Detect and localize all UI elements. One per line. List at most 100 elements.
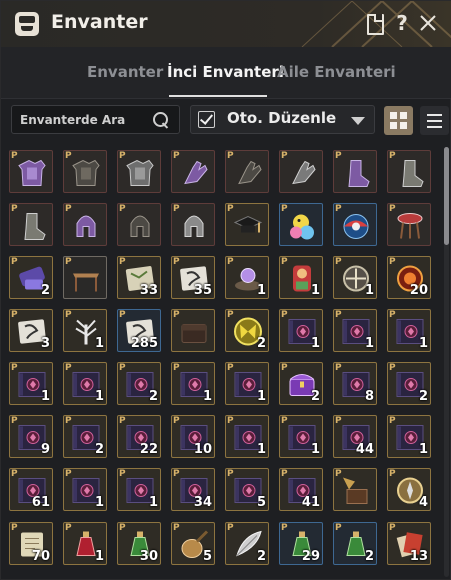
- inventory-slot[interactable]: P 285: [117, 309, 161, 352]
- inventory-slot[interactable]: P 13: [387, 522, 431, 565]
- inventory-grid: P P P P P P P P P P P P P P P P P 2 P P 33 P 35 P 1 P 1 P 1 P 20 P 3 P 1 P 2…: [1, 144, 443, 580]
- inventory-slot[interactable]: P: [333, 203, 377, 246]
- inventory-slot[interactable]: P 33: [117, 256, 161, 299]
- item-quantity: 4: [418, 495, 428, 510]
- scroll-thumb[interactable]: [444, 147, 449, 245]
- inventory-slot[interactable]: P: [279, 203, 323, 246]
- tab-inventory[interactable]: Envanter: [87, 63, 163, 81]
- inventory-slot[interactable]: P1: [63, 522, 107, 565]
- pearl-badge: P: [389, 363, 396, 373]
- inventory-slot[interactable]: P9: [9, 415, 53, 458]
- inventory-slot[interactable]: P8: [333, 362, 377, 405]
- inventory-slot[interactable]: P2: [279, 362, 323, 405]
- pearl-badge: P: [11, 151, 18, 161]
- pearl-badge: P: [65, 469, 72, 479]
- help-button[interactable]: ?: [390, 11, 414, 35]
- tab-pearl-inventory[interactable]: İnci Envanteri: [167, 63, 284, 81]
- document-icon[interactable]: [362, 11, 386, 35]
- inventory-slot[interactable]: P2: [63, 415, 107, 458]
- inventory-slot[interactable]: P: [117, 203, 161, 246]
- auto-sort-checkbox[interactable]: [198, 111, 215, 128]
- inventory-slot[interactable]: P1: [225, 256, 269, 299]
- item-quantity: 10: [193, 442, 212, 457]
- inventory-slot[interactable]: P2: [225, 522, 269, 565]
- inventory-slot[interactable]: P1: [63, 362, 107, 405]
- inventory-slot[interactable]: P1: [171, 362, 215, 405]
- search-input[interactable]: [20, 111, 145, 129]
- inventory-slot[interactable]: P1: [225, 362, 269, 405]
- inventory-slot[interactable]: P 35: [171, 256, 215, 299]
- inventory-slot[interactable]: P 61: [9, 468, 53, 511]
- tab-family-inventory[interactable]: Aile Envanteri: [277, 63, 396, 81]
- pearl-badge: P: [173, 257, 180, 267]
- pearl-badge: P: [173, 151, 180, 161]
- inventory-slot[interactable]: P 20: [387, 256, 431, 299]
- inventory-slot[interactable]: P: [333, 150, 377, 193]
- inventory-slot[interactable]: P2: [333, 522, 377, 565]
- item-quantity: 34: [193, 495, 212, 510]
- inventory-slot[interactable]: P1: [279, 256, 323, 299]
- inventory-slot[interactable]: P2: [225, 309, 269, 352]
- pearl-badge: P: [335, 416, 342, 426]
- grid-view-button[interactable]: [384, 106, 413, 135]
- inventory-slot[interactable]: P1: [387, 415, 431, 458]
- inventory-slot[interactable]: P 22: [117, 415, 161, 458]
- inventory-slot[interactable]: P: [9, 150, 53, 193]
- inventory-slot[interactable]: P1: [225, 415, 269, 458]
- auto-sort-dropdown[interactable]: Oto. Düzenle: [190, 105, 375, 134]
- inventory-slot[interactable]: P 30: [117, 522, 161, 565]
- inventory-slot[interactable]: P: [333, 468, 377, 511]
- inventory-slot[interactable]: P 41: [279, 468, 323, 511]
- scrollbar[interactable]: [444, 147, 449, 577]
- inventory-slot[interactable]: P: [225, 150, 269, 193]
- title-bar[interactable]: Envanter ?: [1, 1, 451, 47]
- inventory-slot[interactable]: P: [387, 203, 431, 246]
- inventory-slot[interactable]: P1: [279, 415, 323, 458]
- inventory-slot[interactable]: P 10: [171, 415, 215, 458]
- inventory-slot[interactable]: P3: [9, 309, 53, 352]
- inventory-slot[interactable]: P1: [9, 362, 53, 405]
- list-view-icon: [427, 114, 442, 116]
- inventory-slot[interactable]: P 70: [9, 522, 53, 565]
- item-quantity: 1: [364, 283, 374, 298]
- inventory-slot[interactable]: P: [171, 309, 215, 352]
- item-quantity: 1: [418, 336, 428, 351]
- chevron-down-icon[interactable]: [351, 117, 365, 125]
- inventory-slot[interactable]: P: [63, 256, 107, 299]
- inventory-slot[interactable]: P2: [9, 256, 53, 299]
- pearl-badge: P: [389, 257, 396, 267]
- inventory-slot[interactable]: P2: [117, 362, 161, 405]
- pearl-badge: P: [281, 523, 288, 533]
- inventory-slot[interactable]: P: [117, 150, 161, 193]
- search-icon[interactable]: [152, 111, 172, 131]
- inventory-slot[interactable]: P: [225, 203, 269, 246]
- inventory-slot[interactable]: P: [279, 150, 323, 193]
- inventory-slot[interactable]: P1: [387, 309, 431, 352]
- inventory-slot[interactable]: P 34: [171, 468, 215, 511]
- inventory-slot[interactable]: P5: [171, 522, 215, 565]
- inventory-slot[interactable]: P: [63, 203, 107, 246]
- inventory-slot[interactable]: P5: [225, 468, 269, 511]
- inventory-slot[interactable]: P: [171, 203, 215, 246]
- inventory-slot[interactable]: P2: [387, 362, 431, 405]
- inventory-slot[interactable]: P: [387, 150, 431, 193]
- inventory-slot[interactable]: P1: [279, 309, 323, 352]
- search-box: [11, 105, 180, 134]
- inventory-slot[interactable]: P: [171, 150, 215, 193]
- list-view-button[interactable]: [420, 106, 449, 135]
- pearl-badge: P: [119, 363, 126, 373]
- inventory-slot[interactable]: P: [9, 203, 53, 246]
- inventory-slot[interactable]: P1: [333, 256, 377, 299]
- inventory-slot[interactable]: P1: [117, 468, 161, 511]
- inventory-slot[interactable]: P 44: [333, 415, 377, 458]
- pearl-badge: P: [227, 523, 234, 533]
- inventory-slot[interactable]: P4: [387, 468, 431, 511]
- inventory-slot[interactable]: P1: [63, 309, 107, 352]
- inventory-slot[interactable]: P: [63, 150, 107, 193]
- inventory-slot[interactable]: P1: [63, 468, 107, 511]
- close-button[interactable]: [416, 11, 440, 35]
- graduation-cap-icon: [233, 215, 263, 233]
- inventory-slot[interactable]: P 29: [279, 522, 323, 565]
- gray-gloves-icon: [292, 160, 316, 185]
- inventory-slot[interactable]: P1: [333, 309, 377, 352]
